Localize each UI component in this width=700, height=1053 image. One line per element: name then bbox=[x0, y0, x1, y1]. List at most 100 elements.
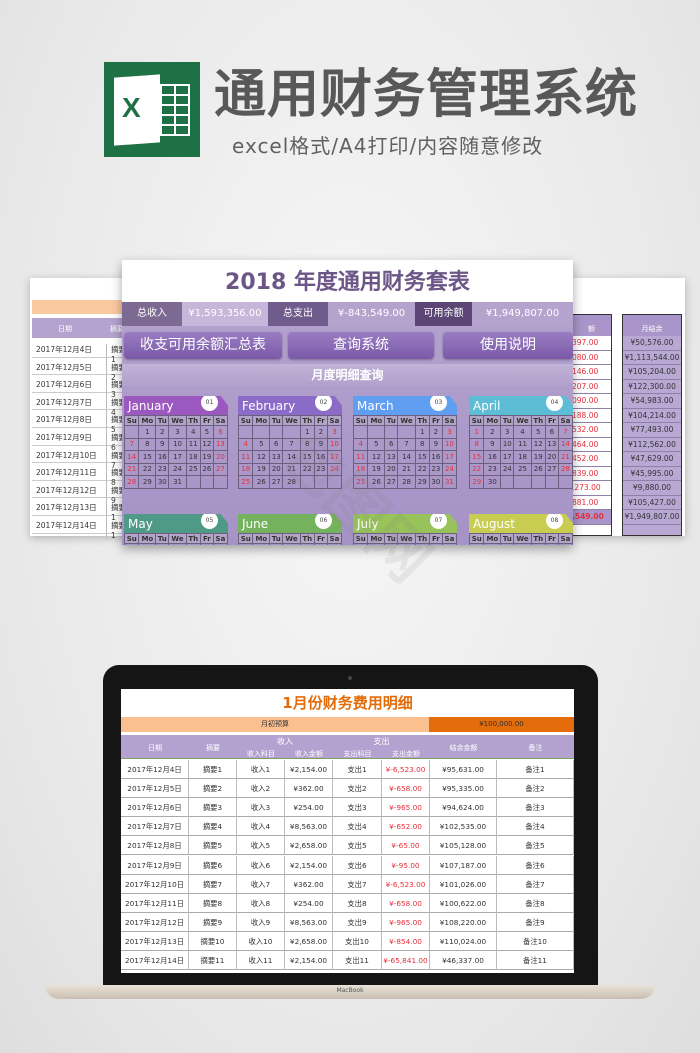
monthly-query-title: 月度明细查询 bbox=[122, 364, 573, 386]
weekday-label: Su bbox=[123, 533, 140, 544]
day-cell: 17 bbox=[441, 450, 458, 464]
day-cell: 5 bbox=[199, 425, 214, 439]
cell-income-item: 收入10 bbox=[237, 931, 285, 951]
cell-note: 备注7 bbox=[497, 874, 574, 894]
weekday-label: Tu bbox=[155, 533, 170, 544]
day-cell: 19 bbox=[530, 450, 546, 464]
weekday-label: Su bbox=[352, 415, 369, 426]
table-cell: ¥47,629.00 bbox=[623, 452, 681, 467]
day-cell: 23 bbox=[483, 462, 502, 476]
weekday-label: Sa bbox=[557, 415, 573, 426]
week-row: 12 bbox=[237, 543, 343, 545]
day-cell: 30 bbox=[428, 475, 443, 489]
weekday-row: Su Mo Tu We Th Fr Sa bbox=[237, 533, 343, 544]
usage-guide-button[interactable]: 使用说明 bbox=[443, 332, 573, 359]
day-cell: 16 bbox=[428, 450, 443, 464]
weekday-label: Fr bbox=[544, 415, 559, 426]
row-date: 2017年12月7日 bbox=[36, 397, 92, 407]
cell-income-item: 收入4 bbox=[237, 817, 285, 837]
cell-summary: 摘要10 bbox=[189, 931, 237, 951]
summary-table-button[interactable]: 收支可用余额汇总表 bbox=[124, 332, 282, 359]
header-expense-item: 支出科目 bbox=[343, 750, 372, 758]
day-cell: 25 bbox=[513, 462, 532, 476]
week-row: 28 29 30 31 bbox=[123, 475, 229, 489]
calendar-grid: SuMoTuWeThFrSa12345678910111213141516171… bbox=[468, 415, 573, 489]
cell-summary: 摘要9 bbox=[189, 912, 237, 932]
week-row: 1234 bbox=[468, 543, 573, 545]
month-number-badge: 04 bbox=[546, 396, 563, 411]
table-row: 2017年12月5日 摘要2 收入2 ¥362.00 支出2 ¥-658.00 ¥95,33… bbox=[121, 779, 574, 799]
cell-expense-item: 支出9 bbox=[333, 912, 382, 932]
table-cell: 397.00 bbox=[572, 336, 611, 351]
day-cell: 3 bbox=[544, 543, 559, 545]
cell-summary: 摘要2 bbox=[189, 779, 237, 799]
cell-balance: ¥95,335.00 bbox=[430, 779, 497, 799]
cell-expense-item: 支出10 bbox=[333, 931, 382, 951]
income-value: ¥1,593,356.00 bbox=[182, 302, 268, 326]
row-date: 2017年12月5日 bbox=[36, 362, 92, 372]
cell-date: 2017年12月4日 bbox=[121, 760, 189, 779]
day-cell: 8 bbox=[468, 437, 485, 451]
cell-note: 备注5 bbox=[497, 836, 574, 856]
day-cell: 17 bbox=[168, 450, 187, 464]
day-cell bbox=[500, 475, 515, 489]
weekday-label: Tu bbox=[269, 533, 284, 544]
day-cell: 3 bbox=[185, 543, 201, 545]
cell-income-item: 收入2 bbox=[237, 779, 285, 799]
table-cell: ,273.00 bbox=[572, 481, 611, 496]
weekday-row: Su Mo Tu We Th Fr Sa bbox=[468, 415, 573, 426]
cell-date: 2017年12月8日 bbox=[121, 836, 189, 856]
month-name: February bbox=[242, 399, 296, 413]
weekday-label: Th bbox=[185, 533, 201, 544]
row-date: 2017年12月12日 bbox=[36, 485, 97, 495]
calendar-grid: SuMoTuWeThFrSa12345678910111213141516171… bbox=[237, 533, 343, 545]
table-cell: ¥77,493.00 bbox=[623, 423, 681, 438]
expense-value: ¥-843,549.00 bbox=[328, 302, 415, 326]
header-date: 日期 bbox=[148, 744, 162, 752]
day-cell: 24 bbox=[500, 462, 515, 476]
table-cell: ¥50,576.00 bbox=[623, 336, 681, 351]
cell-expense-amount: ¥-65.00 bbox=[382, 836, 430, 856]
day-cell: 13 bbox=[384, 450, 399, 464]
month-tab: April 04 bbox=[469, 396, 573, 415]
day-cell: 24 bbox=[441, 462, 458, 476]
day-cell: 20 bbox=[212, 450, 229, 464]
day-cell bbox=[544, 475, 559, 489]
day-cell: 17 bbox=[500, 450, 515, 464]
weekday-label: Su bbox=[237, 415, 254, 426]
day-cell bbox=[123, 425, 140, 439]
cell-summary: 摘要8 bbox=[189, 893, 237, 913]
day-cell: 2 bbox=[483, 425, 502, 439]
cell-income-amount: ¥254.00 bbox=[285, 798, 333, 818]
day-cell: 6 bbox=[544, 425, 559, 439]
day-cell: 11 bbox=[513, 437, 532, 451]
table-cell: ¥105,204.00 bbox=[623, 365, 681, 380]
table-cell: 146.00 bbox=[572, 365, 611, 380]
row-date: 2017年12月9日 bbox=[36, 433, 92, 442]
weekday-row: Su Mo Tu We Th Fr Sa bbox=[352, 415, 458, 426]
week-row: 7 8 9 10 11 12 13 bbox=[123, 437, 229, 451]
day-cell bbox=[237, 425, 254, 439]
day-cell: 18 bbox=[513, 450, 532, 464]
month-tab: January 01 bbox=[124, 396, 228, 415]
day-cell bbox=[352, 425, 369, 439]
month-name: August bbox=[473, 517, 515, 531]
weekday-label: We bbox=[168, 533, 187, 544]
weekday-label: Su bbox=[468, 533, 485, 544]
day-cell: 6 bbox=[384, 437, 399, 451]
week-row: 14 15 16 17 18 19 20 bbox=[123, 450, 229, 464]
query-system-button[interactable]: 查询系统 bbox=[288, 332, 434, 359]
day-cell: 29 bbox=[138, 475, 157, 489]
weekday-row: Su Mo Tu We Th Fr Sa bbox=[468, 533, 573, 544]
weekday-label: Su bbox=[237, 533, 254, 544]
cell-note: 备注8 bbox=[497, 893, 574, 913]
weekday-label: We bbox=[168, 415, 187, 426]
row-date: 2017年12月13日 bbox=[36, 503, 97, 513]
header-date: 日期 bbox=[58, 325, 72, 333]
cell-expense-amount: ¥-965.00 bbox=[382, 912, 430, 932]
day-cell bbox=[282, 425, 301, 439]
week-row: 4 5 6 7 8 9 10 bbox=[352, 437, 458, 451]
cell-date: 2017年12月14日 bbox=[121, 951, 189, 970]
cell-balance: ¥102,535.00 bbox=[430, 817, 497, 837]
calendar-august: August08SuMoTuWeThFrSa123456789101112131… bbox=[468, 514, 573, 545]
